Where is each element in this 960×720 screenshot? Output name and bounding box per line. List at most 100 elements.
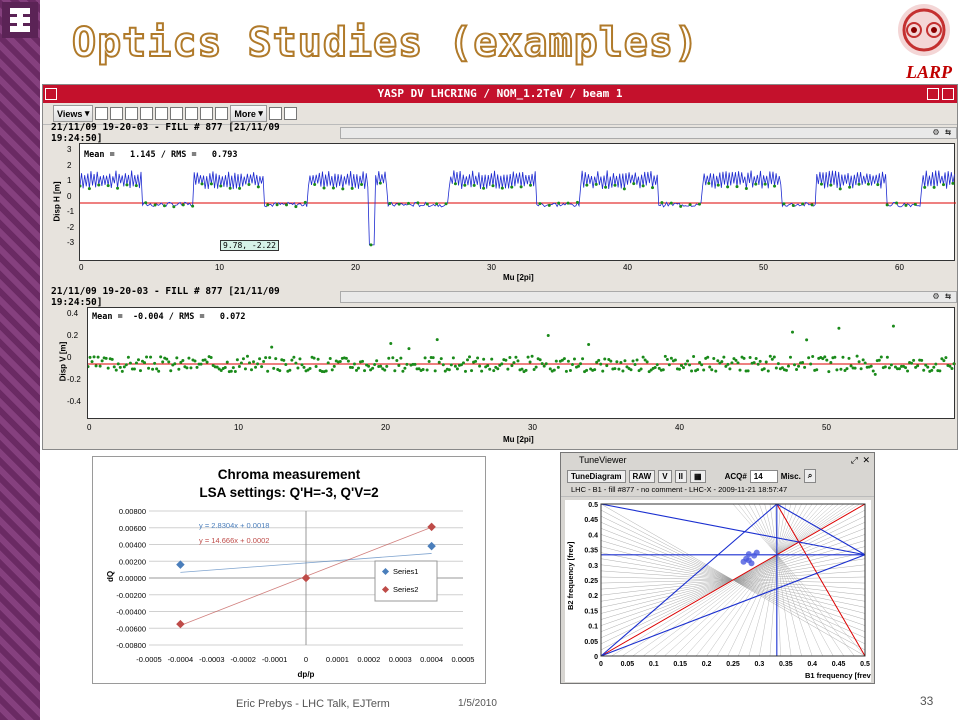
minimize-icon[interactable] bbox=[927, 88, 939, 100]
disp-v-ytick: 0.4 bbox=[67, 309, 79, 318]
disp-v-point bbox=[805, 338, 809, 342]
tune-point bbox=[740, 558, 747, 565]
rows-icon[interactable] bbox=[140, 107, 154, 120]
edit-icon[interactable] bbox=[268, 107, 282, 120]
disp-v-point bbox=[801, 361, 805, 365]
disp-h-tooltip: 9.78, -2.22 bbox=[220, 240, 279, 251]
disp-v-point bbox=[528, 360, 532, 364]
disp-v-point bbox=[316, 357, 320, 361]
disp-v-point bbox=[274, 357, 278, 361]
tune-xtick: 0.4 bbox=[807, 661, 817, 668]
disp-v-point bbox=[468, 355, 472, 359]
disp-v-point bbox=[568, 368, 572, 372]
disp-v-point bbox=[431, 356, 435, 360]
disp-v-point bbox=[437, 360, 441, 364]
disp-v-point bbox=[241, 357, 245, 361]
pause-button[interactable]: II bbox=[674, 469, 687, 483]
disp-v-point bbox=[942, 359, 946, 363]
tune-ytick: 0.05 bbox=[584, 639, 598, 646]
disp-v-point bbox=[439, 357, 443, 361]
disp-v-point bbox=[106, 366, 110, 370]
disp-v-point bbox=[520, 367, 524, 371]
tunediagram-tab[interactable]: TuneDiagram bbox=[567, 469, 626, 483]
disp-v-point bbox=[587, 342, 591, 346]
chroma-xtick: -0.0004 bbox=[168, 655, 193, 664]
disp-h-point bbox=[707, 181, 711, 185]
disp-h-point bbox=[604, 185, 608, 189]
disp-h-plot[interactable]: Mean = 1.145 / RMS = 0.793 9.78, -2.22 bbox=[78, 143, 956, 261]
window-menu-icon[interactable] bbox=[45, 88, 57, 100]
chroma-eq2: y = 14.666x + 0.0002 bbox=[199, 536, 269, 545]
disp-v-point bbox=[478, 364, 482, 368]
disp-v-point bbox=[556, 365, 560, 369]
close-icon[interactable] bbox=[942, 88, 954, 100]
disp-v-point bbox=[455, 367, 459, 371]
zoom-icon[interactable]: ⌕ bbox=[803, 469, 817, 483]
chroma-xtick: 0.0005 bbox=[452, 655, 475, 664]
disp-h-point bbox=[866, 182, 870, 186]
tune-diagram-plot[interactable]: 0 0.05 0.1 0.15 0.2 0.25 0.3 0.35 0.4 0.45 0.5 0.5 0… bbox=[565, 500, 874, 682]
disp-v-point bbox=[829, 360, 833, 364]
disp-h-point bbox=[162, 204, 166, 208]
disp-v-point bbox=[730, 361, 734, 365]
disp-v-point bbox=[247, 361, 251, 365]
panel-h-config-icon[interactable]: ⚙ ⇆ bbox=[933, 127, 951, 138]
export-icon[interactable] bbox=[283, 107, 297, 120]
grid-icon[interactable] bbox=[110, 107, 124, 120]
disp-h-point bbox=[303, 200, 307, 204]
disp-h-point bbox=[144, 201, 148, 205]
disp-v-point bbox=[752, 361, 756, 365]
disp-v-point bbox=[332, 364, 336, 368]
disp-h-point bbox=[172, 205, 176, 209]
views-button[interactable]: Views ▾ bbox=[53, 105, 94, 122]
disp-h-point bbox=[510, 185, 514, 189]
v-button[interactable]: V bbox=[658, 469, 672, 483]
disp-v-xtick: 0 bbox=[87, 423, 92, 432]
table-icon[interactable] bbox=[155, 107, 169, 120]
disp-h-point bbox=[857, 182, 861, 186]
disp-v-plot[interactable]: Mean = -0.004 / RMS = 0.072 bbox=[86, 307, 956, 419]
disp-v-point bbox=[786, 364, 790, 368]
disp-v-point bbox=[579, 362, 583, 366]
disp-v-point bbox=[167, 360, 171, 364]
disp-v-point bbox=[423, 356, 427, 360]
open-icon[interactable] bbox=[170, 107, 184, 120]
disp-v-point bbox=[94, 364, 98, 368]
disp-h-point bbox=[688, 203, 692, 207]
acq-label: ACQ# bbox=[724, 471, 747, 481]
disp-v-point bbox=[389, 341, 393, 345]
restore-icon[interactable]: ⤢ bbox=[851, 453, 858, 467]
disp-h-point bbox=[941, 183, 945, 187]
disp-v-point bbox=[169, 369, 173, 373]
calculator-icon[interactable] bbox=[215, 107, 229, 120]
acq-input[interactable]: 14 bbox=[749, 469, 778, 483]
disp-v-xtick: 50 bbox=[822, 423, 831, 432]
disp-v-point bbox=[203, 358, 207, 362]
disp-v-point bbox=[768, 354, 772, 358]
disp-v-point bbox=[159, 355, 163, 359]
disp-v-point bbox=[143, 361, 147, 365]
more-button[interactable]: More ▾ bbox=[230, 105, 267, 122]
disp-h-point bbox=[810, 203, 814, 207]
columns-icon[interactable] bbox=[125, 107, 139, 120]
close-icon[interactable]: ✕ bbox=[862, 453, 870, 467]
disp-v-point bbox=[621, 369, 625, 373]
disp-v-point bbox=[645, 360, 649, 364]
disp-v-point bbox=[932, 365, 936, 369]
disp-v-point bbox=[395, 359, 399, 363]
spreadsheet-icon[interactable] bbox=[200, 107, 214, 120]
panel-v-config-icon[interactable]: ⚙ ⇆ bbox=[933, 291, 951, 302]
disp-v-ytick: -0.2 bbox=[67, 375, 81, 384]
document-icon[interactable] bbox=[185, 107, 199, 120]
tune-xtick: 0.1 bbox=[649, 661, 659, 668]
disp-v-point bbox=[613, 367, 617, 371]
disp-v-point bbox=[823, 355, 827, 359]
raw-select[interactable]: RAW bbox=[628, 469, 656, 483]
disp-v-point bbox=[270, 345, 274, 349]
disp-v-point bbox=[538, 358, 542, 362]
layout-icon[interactable] bbox=[95, 107, 109, 120]
disp-v-point bbox=[776, 362, 780, 366]
disp-h-ytick: -2 bbox=[67, 222, 75, 232]
disp-h-ytick: 0 bbox=[67, 191, 72, 201]
table-icon[interactable]: ▦ bbox=[690, 469, 706, 483]
